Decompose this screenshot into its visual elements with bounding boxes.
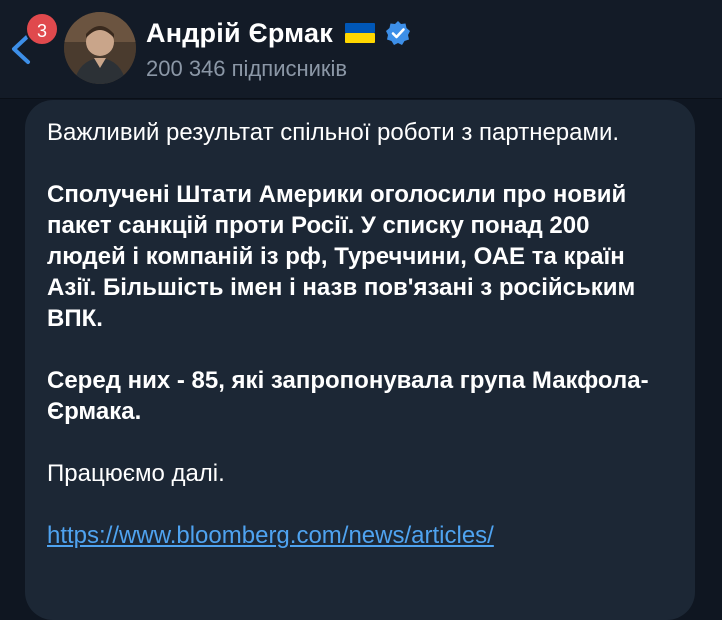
- bloomberg-link[interactable]: https://www.bloomberg.com/news/articles/: [47, 520, 667, 551]
- chat-header: 3 Андрій Єрмак 200 346 підписників: [0, 0, 722, 99]
- message-paragraph-group: Серед них - 85, які запропонувала група …: [47, 367, 649, 425]
- ukraine-flag-icon: [344, 23, 375, 43]
- verified-badge-icon: [385, 21, 410, 45]
- message-paragraph-closing: Працюємо далі.: [47, 460, 225, 487]
- avatar[interactable]: [64, 12, 136, 84]
- message-text: Важливий результат спільної роботи з пар…: [47, 117, 667, 551]
- channel-name: Андрій Єрмак: [146, 17, 333, 48]
- message-paragraph-sanctions: Сполучені Штати Америки оголосили про но…: [47, 181, 636, 332]
- channel-title-row[interactable]: Андрій Єрмак: [146, 17, 411, 49]
- message-paragraph-intro: Важливий результат спільної роботи з пар…: [47, 119, 620, 146]
- unread-count-badge: 3: [25, 12, 59, 46]
- message-bubble: Важливий результат спільної роботи з пар…: [25, 100, 695, 620]
- subscriber-count: 200 346 підписників: [146, 56, 348, 81]
